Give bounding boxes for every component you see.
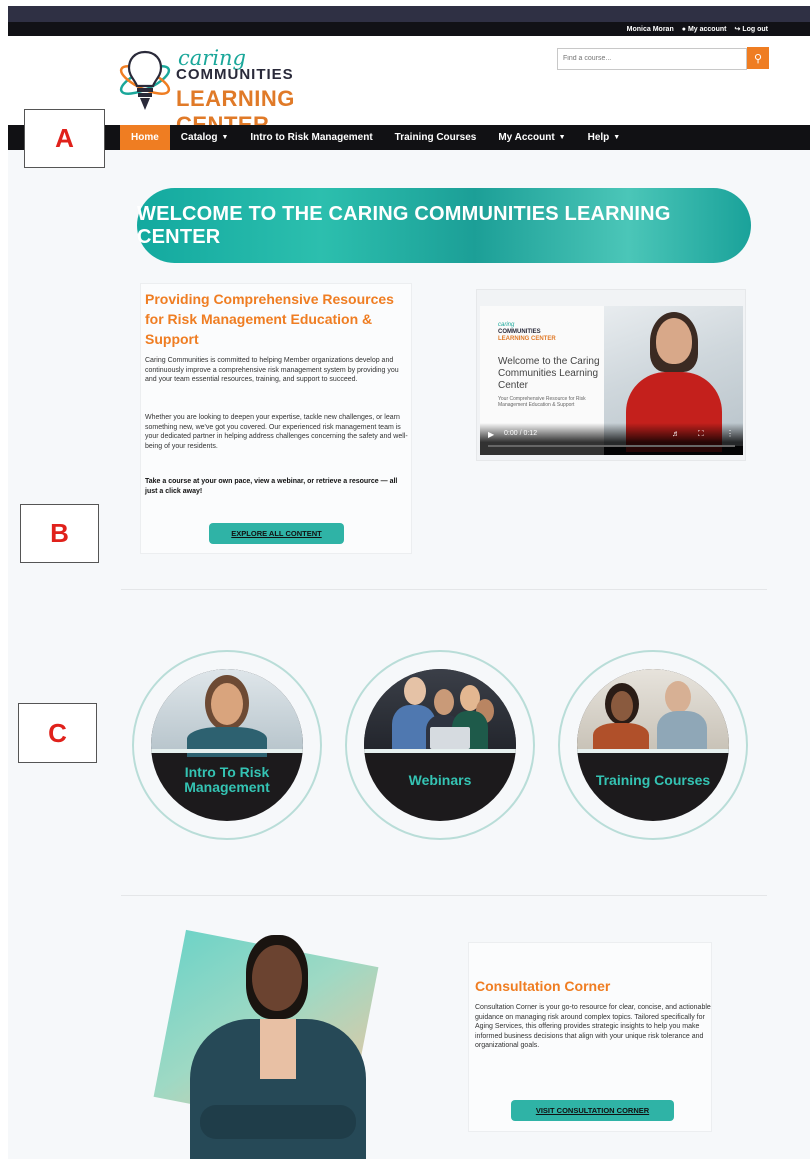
nav-help-label: Help bbox=[587, 132, 610, 143]
consultation-card: Consultation Corner Consultation Corner … bbox=[468, 942, 712, 1132]
course-search: ⚲ bbox=[557, 47, 769, 70]
utility-bar: Monica Moran ● My account ↪ Log out bbox=[8, 22, 810, 36]
caret-down-icon: ▼ bbox=[221, 134, 229, 141]
marker-label: C bbox=[48, 717, 67, 748]
intro-callout: Take a course at your own pace, view a w… bbox=[145, 478, 398, 495]
photo-face bbox=[611, 691, 633, 721]
circle-image: Intro To Risk Management bbox=[151, 669, 303, 821]
welcome-video-player[interactable]: caring COMMUNITIES LEARNING CENTER Welco… bbox=[480, 306, 743, 455]
site-logo[interactable]: caring COMMUNITIES LEARNING CENTER bbox=[116, 46, 346, 137]
section-divider bbox=[121, 589, 767, 590]
page: Monica Moran ● My account ↪ Log out caring… bbox=[0, 0, 810, 1159]
photo-face bbox=[434, 689, 454, 715]
intro-card: Providing Comprehensive Resources for Ri… bbox=[140, 283, 412, 554]
intro-paragraph: Caring Communities is committed to helpi… bbox=[145, 357, 399, 383]
video-subtitle: Your Comprehensive Resource for Risk Man… bbox=[498, 396, 586, 408]
circle-divider bbox=[364, 749, 516, 753]
my-account-label: My account bbox=[687, 25, 727, 33]
nav-home-label: Home bbox=[131, 132, 159, 143]
annotation-marker-a: A bbox=[24, 109, 105, 168]
photo-arms bbox=[200, 1105, 356, 1139]
welcome-banner: WELCOME TO THE CARING COMMUNITIES LEARNI… bbox=[137, 188, 751, 263]
marker-label: A bbox=[55, 123, 74, 153]
circle-image: Training Courses bbox=[577, 669, 729, 821]
caret-down-icon: ▼ bbox=[613, 134, 621, 141]
intro-paragraph: Whether you are looking to deepen your e… bbox=[145, 414, 408, 450]
search-icon: ⚲ bbox=[753, 52, 763, 65]
user-name-link[interactable]: Monica Moran bbox=[627, 26, 674, 33]
photo-face bbox=[252, 945, 302, 1011]
video-title: Welcome to the Caring Communities Learni… bbox=[498, 356, 600, 391]
photo-face bbox=[665, 681, 691, 713]
user-name: Monica Moran bbox=[626, 25, 674, 33]
circle-divider bbox=[577, 749, 729, 753]
more-options-icon[interactable]: ⋮ bbox=[726, 429, 734, 438]
play-icon[interactable]: ▶ bbox=[488, 430, 494, 439]
circle-image: Webinars bbox=[364, 669, 516, 821]
explore-button-label: EXPLORE ALL CONTENT bbox=[231, 529, 322, 538]
annotation-marker-c: C bbox=[18, 703, 97, 763]
nav-training-courses[interactable]: Training Courses bbox=[384, 125, 488, 150]
video-logo: caring COMMUNITIES LEARNING CENTER bbox=[498, 322, 556, 343]
circle-photo-intro bbox=[151, 669, 303, 757]
nav-training-label: Training Courses bbox=[394, 132, 477, 143]
circle-photo-training bbox=[577, 669, 729, 753]
search-button[interactable]: ⚲ bbox=[747, 47, 769, 69]
caret-down-icon: ▼ bbox=[558, 134, 566, 141]
nav-intro-label: Intro to Risk Management bbox=[250, 132, 373, 143]
video-logo-line: caring bbox=[498, 322, 515, 328]
welcome-banner-text: WELCOME TO THE CARING COMMUNITIES LEARNI… bbox=[137, 202, 671, 248]
circle-label: Training Courses bbox=[595, 771, 711, 788]
circle-card-intro-risk-management[interactable]: Intro To Risk Management bbox=[132, 650, 322, 840]
circle-photo-webinars bbox=[364, 669, 516, 753]
consultation-heading: Consultation Corner bbox=[475, 978, 611, 994]
circle-card-training-courses[interactable]: Training Courses bbox=[558, 650, 748, 840]
volume-icon[interactable]: ♬ bbox=[672, 429, 680, 438]
photo-body bbox=[657, 711, 707, 753]
photo-face bbox=[211, 683, 243, 725]
main-nav: Home Catalog ▼ Intro to Risk Management T… bbox=[8, 125, 810, 150]
logout-link[interactable]: ↪ Log out bbox=[734, 25, 768, 34]
explore-all-content-button[interactable]: EXPLORE ALL CONTENT bbox=[209, 523, 344, 544]
intro-heading: Providing Comprehensive Resources for Ri… bbox=[145, 291, 394, 347]
my-account-link[interactable]: ● My account bbox=[682, 26, 727, 33]
video-logo-line: LEARNING CENTER bbox=[498, 336, 556, 342]
circle-divider bbox=[151, 749, 303, 753]
nav-my-account[interactable]: My Account ▼ bbox=[487, 125, 576, 150]
logout-icon: ↪ bbox=[734, 26, 741, 33]
video-controls: ▶ 0:00 / 0:12 ♬ ⛶ ⋮ bbox=[480, 423, 743, 455]
nav-my-account-label: My Account bbox=[498, 132, 555, 143]
photo-laptop bbox=[430, 727, 470, 749]
logout-label: Log out bbox=[742, 25, 768, 33]
photo-shirt bbox=[260, 1019, 296, 1079]
fullscreen-icon[interactable]: ⛶ bbox=[698, 429, 704, 439]
video-logo-line: COMMUNITIES bbox=[498, 329, 541, 335]
nav-catalog[interactable]: Catalog ▼ bbox=[170, 125, 240, 150]
annotation-marker-b: B bbox=[20, 504, 99, 563]
consultation-button-label: VISIT CONSULTATION CORNER bbox=[535, 1106, 650, 1115]
presenter-face bbox=[656, 318, 692, 364]
circle-card-webinars[interactable]: Webinars bbox=[345, 650, 535, 840]
nav-home[interactable]: Home bbox=[120, 125, 170, 150]
browser-top-strip bbox=[8, 6, 810, 22]
visit-consultation-corner-button[interactable]: VISIT CONSULTATION CORNER bbox=[511, 1100, 674, 1121]
consultation-text: Consultation Corner is your go-to resour… bbox=[475, 1004, 711, 1049]
search-input[interactable] bbox=[557, 47, 747, 70]
consultation-photo bbox=[153, 929, 390, 1159]
circle-label: Intro To Risk Management bbox=[184, 764, 270, 795]
lightbulb-atom-icon bbox=[119, 50, 171, 110]
photo-face bbox=[404, 677, 426, 705]
video-progress-bar[interactable] bbox=[488, 445, 735, 447]
nav-catalog-label: Catalog bbox=[180, 132, 218, 143]
marker-label: B bbox=[50, 518, 69, 548]
video-time: 0:00 / 0:12 bbox=[504, 430, 538, 437]
nav-help[interactable]: Help ▼ bbox=[577, 125, 632, 150]
logo-communities-text: COMMUNITIES bbox=[176, 66, 294, 83]
user-icon: ● bbox=[681, 25, 686, 33]
circle-label: Webinars bbox=[408, 771, 472, 788]
section-divider bbox=[121, 895, 767, 896]
nav-intro-risk-management[interactable]: Intro to Risk Management bbox=[239, 125, 383, 150]
